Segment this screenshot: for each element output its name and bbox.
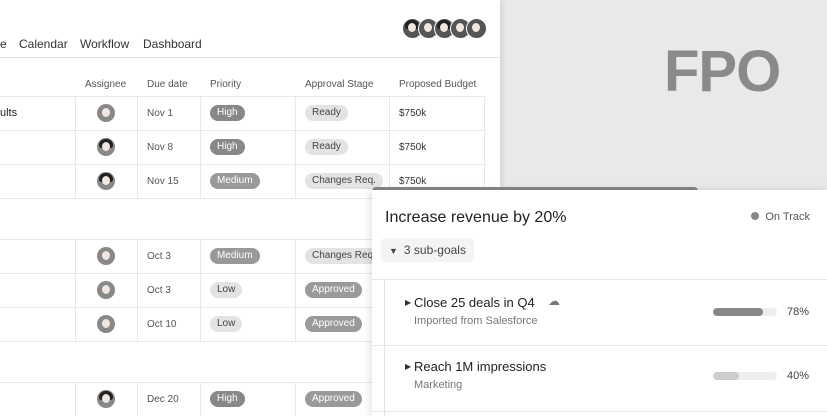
column-divider: [389, 96, 390, 198]
tab-dashboard[interactable]: Dashboard: [143, 37, 202, 51]
subgoal-row[interactable]: ▶ Close 25 deals in Q4 ☁ Imported from S…: [372, 280, 827, 345]
column-divider: [75, 382, 76, 416]
assignee-avatar[interactable]: [97, 390, 115, 408]
approval-stage-badge[interactable]: Approved: [305, 391, 362, 407]
column-header-approval-stage[interactable]: Approval Stage: [305, 79, 373, 90]
tab-calendar[interactable]: Calendar: [19, 37, 68, 51]
progress-bar: [713, 372, 777, 380]
due-date[interactable]: Nov 15: [147, 176, 179, 187]
column-header-priority[interactable]: Priority: [210, 79, 241, 90]
column-header-assignee[interactable]: Assignee: [85, 79, 126, 90]
priority-badge[interactable]: Low: [210, 316, 243, 332]
assignee-avatar[interactable]: [97, 138, 115, 156]
column-divider: [200, 382, 201, 416]
assignee-avatar[interactable]: [97, 281, 115, 299]
priority-badge[interactable]: Medium: [210, 173, 260, 189]
approval-stage-badge[interactable]: Approved: [305, 316, 362, 332]
caret-right-icon: ▶: [405, 362, 412, 371]
row-divider: [0, 130, 485, 131]
priority-badge[interactable]: Medium: [210, 248, 260, 264]
caret-down-icon: ▼: [389, 246, 398, 256]
proposed-budget[interactable]: $750k: [399, 176, 426, 187]
column-header-proposed-budget[interactable]: Proposed Budget: [399, 79, 476, 90]
due-date[interactable]: Oct 3: [147, 285, 171, 296]
progress-percent: 78%: [786, 306, 809, 318]
priority-badge[interactable]: High: [210, 139, 245, 155]
goal-status[interactable]: On Track: [751, 211, 810, 223]
column-divider: [295, 239, 296, 341]
goal-card[interactable]: Increase revenue by 20% On Track ▼ 3 sub-…: [372, 190, 827, 416]
due-date[interactable]: Oct 10: [147, 319, 176, 330]
approval-stage-badge[interactable]: Approved: [305, 282, 362, 298]
proposed-budget[interactable]: $750k: [399, 142, 426, 153]
tab-divider: [0, 57, 500, 58]
priority-badge[interactable]: High: [210, 105, 245, 121]
subgoals-label: 3 sub-goals: [403, 243, 466, 257]
assignee-avatar[interactable]: [97, 104, 115, 122]
column-divider: [295, 382, 296, 416]
divider: [372, 411, 827, 412]
column-divider: [295, 96, 296, 198]
salesforce-cloud-icon: ☁: [548, 294, 560, 308]
priority-badge[interactable]: Low: [210, 282, 243, 298]
due-date[interactable]: Nov 8: [147, 142, 173, 153]
column-divider: [200, 239, 201, 341]
subgoal-name[interactable]: Reach 1M impressions: [414, 359, 546, 374]
column-divider: [137, 239, 138, 341]
progress-bar: [713, 308, 777, 316]
column-divider: [484, 96, 485, 198]
tab-workflow[interactable]: Workflow: [80, 37, 129, 51]
subgoal-name[interactable]: Close 25 deals in Q4: [414, 295, 535, 310]
approval-stage-badge[interactable]: Changes Req.: [305, 173, 383, 189]
column-divider: [75, 96, 76, 198]
assignee-avatar[interactable]: [97, 172, 115, 190]
column-divider: [137, 382, 138, 416]
avatar[interactable]: [466, 18, 487, 39]
status-dot-icon: [751, 212, 760, 220]
goal-title[interactable]: Increase revenue by 20%: [385, 209, 566, 227]
column-divider: [137, 96, 138, 198]
column-divider: [200, 96, 201, 198]
task-name[interactable]: ults: [0, 107, 17, 119]
row-divider: [0, 96, 485, 97]
due-date[interactable]: Nov 1: [147, 108, 173, 119]
progress-fill: [713, 308, 763, 316]
approval-stage-badge[interactable]: Ready: [305, 105, 348, 121]
due-date[interactable]: Oct 3: [147, 251, 171, 262]
progress-fill: [713, 372, 739, 380]
due-date[interactable]: Dec 20: [147, 394, 179, 405]
priority-badge[interactable]: High: [210, 391, 245, 407]
subgoal-row[interactable]: ▶ Reach 1M impressions Marketing 40%: [372, 346, 827, 411]
column-divider: [75, 239, 76, 341]
approval-stage-badge[interactable]: Changes Req: [305, 248, 381, 264]
assignee-avatar[interactable]: [97, 315, 115, 333]
status-label: On Track: [765, 211, 810, 223]
proposed-budget[interactable]: $750k: [399, 108, 426, 119]
column-header-due-date[interactable]: Due date: [147, 79, 188, 90]
approval-stage-badge[interactable]: Ready: [305, 139, 348, 155]
subgoal-source: Imported from Salesforce: [414, 315, 538, 327]
assignee-avatar[interactable]: [97, 247, 115, 265]
row-divider: [0, 164, 485, 165]
progress-percent: 40%: [786, 370, 809, 382]
tab-partial[interactable]: e: [0, 37, 7, 51]
caret-right-icon: ▶: [405, 298, 412, 307]
subgoals-toggle[interactable]: ▼ 3 sub-goals: [381, 238, 474, 262]
subgoal-source: Marketing: [414, 379, 463, 391]
fpo-label: FPO: [664, 39, 781, 104]
